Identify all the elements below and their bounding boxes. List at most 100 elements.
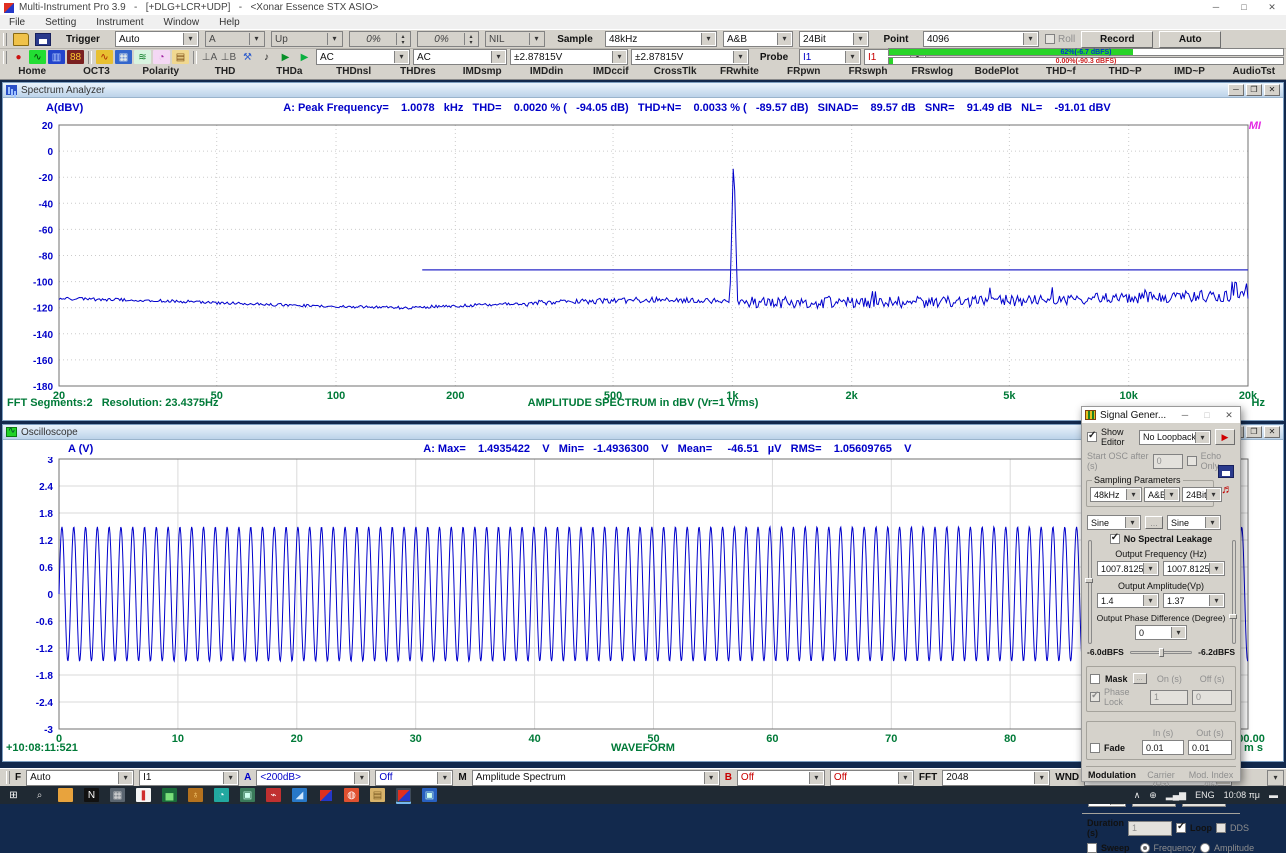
probe-a-dropdown[interactable]: I1 (799, 49, 861, 65)
menu-setting[interactable]: Setting (45, 17, 76, 28)
sweep-frequency-radio[interactable] (1140, 843, 1150, 853)
start-button[interactable]: ⊞ (6, 788, 21, 802)
frequency-b-dropdown[interactable]: 1007.8125 (1163, 561, 1225, 576)
multi-instrument-icon[interactable] (318, 788, 333, 802)
calculator-icon[interactable]: ▦ (110, 788, 125, 802)
a-range-dropdown[interactable]: <200dB> (256, 770, 370, 786)
multimeter-icon[interactable]: 88 (67, 50, 84, 64)
image-viewer-icon[interactable]: ▣ (422, 788, 437, 802)
tab-oct3[interactable]: OCT3 (64, 65, 128, 79)
notes-app-icon[interactable]: ▤ (370, 788, 385, 802)
siggen-minimize-button[interactable]: ─ (1174, 410, 1196, 421)
duration-field[interactable]: 1 (1128, 821, 1172, 836)
tab-frpwn[interactable]: FRpwn (772, 65, 836, 79)
stats-app-icon[interactable]: ⌁ (266, 788, 281, 802)
record-icon[interactable]: ● (10, 50, 27, 64)
siggen-titlebar[interactable]: Signal Gener... ─ □ ✕ (1082, 407, 1240, 423)
siggen-maximize-button[interactable]: □ (1196, 410, 1218, 421)
hand-app-icon[interactable]: ♁ (188, 788, 203, 802)
spectrum-close-button[interactable]: ✕ (1264, 84, 1280, 96)
music-notes-icon[interactable]: ♬ (1221, 483, 1233, 495)
b-mode2-dropdown[interactable]: Off (830, 770, 914, 786)
spectrum-window-titlebar[interactable]: Spectrum Analyzer ─ ❐ ✕ (3, 83, 1283, 98)
media-app-icon[interactable]: ❚ (136, 788, 151, 802)
tab-frswph[interactable]: FRswph (836, 65, 900, 79)
chart-app-icon[interactable]: ▅ (162, 788, 177, 802)
lcr-meter-icon[interactable]: ◔ (153, 50, 170, 64)
scope-restore-button[interactable]: ❐ (1246, 426, 1262, 438)
coupling-b-dropdown[interactable]: AC (413, 49, 507, 65)
amplitude-b-slider[interactable] (1229, 540, 1237, 644)
a-mode-dropdown[interactable]: Off (375, 770, 453, 786)
tab-thda[interactable]: THDa (257, 65, 321, 79)
trigger-hpf-dropdown[interactable]: NIL (485, 31, 545, 47)
multi-instrument-active-icon[interactable] (396, 788, 411, 802)
calibration-wrench-icon[interactable]: ⚒ (239, 50, 256, 64)
tab-thdnsl[interactable]: THDnsl (321, 65, 385, 79)
amplitude-a-slider[interactable] (1085, 540, 1093, 644)
wave-editor-button[interactable]: ... (1145, 516, 1163, 529)
phase-lock-off-field[interactable]: 0 (1192, 690, 1232, 705)
echo-only-checkbox[interactable] (1187, 456, 1197, 466)
tab-audiotst[interactable]: AudioTst (1222, 65, 1286, 79)
siggen-close-button[interactable]: ✕ (1218, 410, 1240, 421)
tab-crosstlk[interactable]: CrossTlk (643, 65, 707, 79)
mask-checkbox[interactable] (1090, 674, 1100, 684)
search-icon[interactable]: ⌕ (32, 788, 47, 802)
tray-chevron-icon[interactable]: ∧ (1134, 790, 1141, 801)
range-b-dropdown[interactable]: ±2.87815V (631, 49, 749, 65)
bit-depth-dropdown[interactable]: 24Bit (799, 31, 869, 47)
loop-checkbox[interactable] (1176, 823, 1186, 833)
coupling-a-dropdown[interactable]: AC (316, 49, 410, 65)
tab-thd~p[interactable]: THD~P (1093, 65, 1157, 79)
tab-imddin[interactable]: IMDdin (514, 65, 578, 79)
trigger-delay-spinner[interactable]: 0% (417, 31, 479, 47)
file-explorer-icon[interactable] (58, 788, 73, 802)
no-spectral-leakage-checkbox[interactable] (1110, 534, 1120, 544)
siggen-channels-dropdown[interactable]: A&B (1144, 487, 1180, 502)
fade-in-field[interactable]: 0.01 (1142, 740, 1184, 755)
tab-home[interactable]: Home (0, 65, 64, 79)
f-probe-dropdown[interactable]: I1 (139, 770, 239, 786)
language-indicator[interactable]: ENG (1195, 790, 1215, 800)
siggen-save-icon[interactable] (1218, 465, 1234, 478)
frequency-a-dropdown[interactable]: 1007.8125 (1097, 561, 1159, 576)
phase-lock-checkbox[interactable] (1090, 692, 1100, 702)
tab-frswlog[interactable]: FRswlog (900, 65, 964, 79)
app-maximize-button[interactable]: □ (1230, 2, 1258, 13)
notepad-app-icon[interactable]: N (84, 788, 99, 802)
probe-a-icon[interactable]: ⊥A (201, 50, 218, 64)
run-loop-icon[interactable]: ▶ (296, 50, 313, 64)
tab-bodeplot[interactable]: BodePlot (964, 65, 1028, 79)
dbfs-slider[interactable] (1130, 651, 1192, 654)
fade-out-field[interactable]: 0.01 (1188, 740, 1232, 755)
open-file-icon[interactable] (13, 33, 29, 46)
menu-instrument[interactable]: Instrument (96, 17, 143, 28)
spectrum-minimize-button[interactable]: ─ (1228, 84, 1244, 96)
sample-rate-dropdown[interactable]: 48kHz (605, 31, 717, 47)
ddp-viewer-icon[interactable]: ▤ (172, 50, 189, 64)
fft-size-dropdown[interactable]: 2048 (942, 770, 1050, 786)
m-mode-dropdown[interactable]: Amplitude Spectrum (472, 770, 720, 786)
waveform-b-dropdown[interactable]: Sine (1167, 515, 1221, 530)
start-osc-field[interactable]: 0 (1153, 454, 1183, 469)
show-editor-checkbox[interactable] (1087, 432, 1097, 442)
probe-b-icon[interactable]: ⊥B (220, 50, 237, 64)
menu-file[interactable]: File (9, 17, 25, 28)
scope-close-button[interactable]: ✕ (1264, 426, 1280, 438)
trigger-level-spinner[interactable]: 0% (349, 31, 411, 47)
notification-icon[interactable]: ▬ (1269, 790, 1278, 800)
clock[interactable]: 10:08 πμ (1224, 790, 1260, 800)
channels-dropdown[interactable]: A&B (723, 31, 793, 47)
siggen-rate-dropdown[interactable]: 48kHz (1090, 487, 1142, 502)
amplitude-a-dropdown[interactable]: 1.4 (1097, 593, 1159, 608)
code-app-icon[interactable]: ◢ (292, 788, 307, 802)
device-test-plan-icon[interactable]: ▦ (115, 50, 132, 64)
menu-window[interactable]: Window (164, 17, 200, 28)
save-file-icon[interactable] (35, 33, 51, 46)
auto-button[interactable]: Auto (1159, 31, 1221, 48)
app-close-button[interactable]: ✕ (1258, 2, 1286, 13)
run-icon[interactable]: ▶ (277, 50, 294, 64)
waveform-a-dropdown[interactable]: Sine (1087, 515, 1141, 530)
trigger-source-dropdown[interactable]: A (205, 31, 265, 47)
